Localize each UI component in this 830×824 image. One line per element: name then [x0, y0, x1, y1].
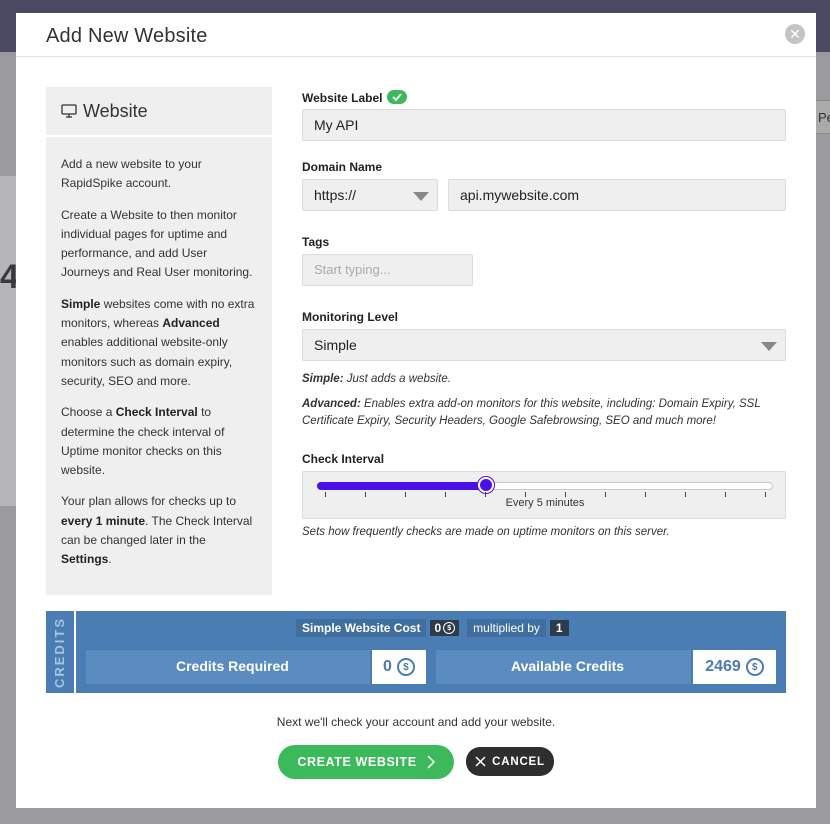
slider-tick — [445, 492, 446, 497]
info-paragraph: Simple websites come with no extra monit… — [61, 296, 255, 388]
info-panel-title: Website — [83, 100, 148, 121]
slider-tick — [765, 492, 766, 497]
create-website-label: CREATE WEBSITE — [297, 755, 417, 769]
cancel-button[interactable]: CANCEL — [466, 747, 554, 776]
slider-caption: Every 5 minutes — [505, 497, 585, 509]
multiplier-value: 1 — [549, 620, 569, 636]
slider-tick — [685, 492, 686, 497]
chevron-right-icon — [427, 755, 435, 769]
check-interval-hint: Sets how frequently checks are made on u… — [302, 526, 670, 538]
monitoring-level-label: Monitoring Level — [302, 310, 398, 324]
slider-tick — [645, 492, 646, 497]
monitoring-level-value: Simple — [314, 337, 357, 353]
advanced-hint: Advanced: Enables extra add-on monitors … — [302, 398, 761, 427]
close-icon — [475, 756, 486, 767]
slider-tick — [485, 492, 486, 497]
coin-icon: $ — [745, 658, 764, 676]
check-interval-label: Check Interval — [302, 452, 385, 466]
info-panel: Website Add a new website to your RapidS… — [46, 87, 272, 595]
cost-row: Simple Website Cost 0 $ multiplied by 1 — [296, 619, 569, 637]
monitoring-level-select[interactable]: Simple — [302, 329, 786, 361]
protocol-value: https:// — [314, 187, 357, 203]
coin-icon: $ — [396, 658, 415, 676]
website-label-input[interactable]: My API — [302, 109, 786, 141]
slider-handle[interactable] — [477, 477, 494, 493]
slider-tick — [405, 492, 406, 497]
tags-input[interactable]: Start typing... — [302, 254, 473, 286]
info-paragraph: Create a Website to then monitor individ… — [61, 207, 253, 280]
info-paragraph: Your plan allows for checks up to every … — [61, 494, 253, 567]
simple-hint: Simple: Just adds a website. — [302, 373, 451, 385]
available-credits-box: Available Credits — [436, 650, 691, 684]
info-paragraph: Add a new website to your RapidSpike acc… — [61, 157, 202, 191]
slider-tick — [325, 492, 326, 497]
add-website-modal: Add New Website ✕ Website Add a new webs… — [16, 13, 816, 808]
coin-icon: $ — [443, 622, 456, 634]
next-step-text: Next we'll check your account and add yo… — [276, 715, 556, 729]
slider-tick — [565, 492, 566, 497]
check-interval-slider: Every 5 minutes — [302, 471, 786, 519]
slider-tick — [605, 492, 606, 497]
info-panel-header: Website — [46, 87, 272, 137]
available-credits-value: 2469 $ — [693, 650, 776, 684]
cancel-label: CANCEL — [492, 755, 545, 768]
website-label-label: Website Label — [302, 90, 408, 105]
domain-name-label: Domain Name — [302, 160, 383, 174]
tags-label: Tags — [302, 235, 330, 249]
slider-tick — [725, 492, 726, 497]
slider-tick — [525, 492, 526, 497]
info-paragraph: Choose a Check Interval to determine the… — [61, 405, 225, 478]
credits-required-value: 0 $ — [372, 650, 426, 684]
credits-side-label: CREDITS — [46, 611, 76, 693]
slider-fill — [317, 482, 486, 490]
cost-value: 0 $ — [430, 620, 460, 636]
credits-required-box: Credits Required — [86, 650, 370, 684]
backdrop-right-text: Pe — [818, 110, 830, 125]
close-icon[interactable]: ✕ — [785, 24, 805, 44]
monitor-icon — [61, 104, 77, 118]
chevron-down-icon — [413, 192, 429, 201]
create-website-button[interactable]: CREATE WEBSITE — [278, 745, 454, 779]
modal-title: Add New Website — [46, 25, 208, 47]
domain-input[interactable]: api.mywebsite.com — [448, 179, 786, 211]
available-credits-label: Available Credits — [511, 658, 625, 674]
cost-label: Simple Website Cost — [296, 619, 427, 637]
backdrop-card — [0, 176, 16, 506]
credits-panel: CREDITS Simple Website Cost 0 $ multiplie… — [46, 611, 786, 693]
info-panel-body: Add a new website to your RapidSpike acc… — [46, 137, 272, 570]
check-icon — [387, 90, 408, 104]
multiplied-label: multiplied by — [467, 619, 546, 637]
modal-header: Add New Website ✕ — [16, 13, 816, 57]
slider-tick — [365, 492, 366, 497]
chevron-down-icon — [761, 342, 777, 351]
protocol-select[interactable]: https:// — [302, 179, 438, 211]
credits-required-label: Credits Required — [176, 658, 289, 674]
